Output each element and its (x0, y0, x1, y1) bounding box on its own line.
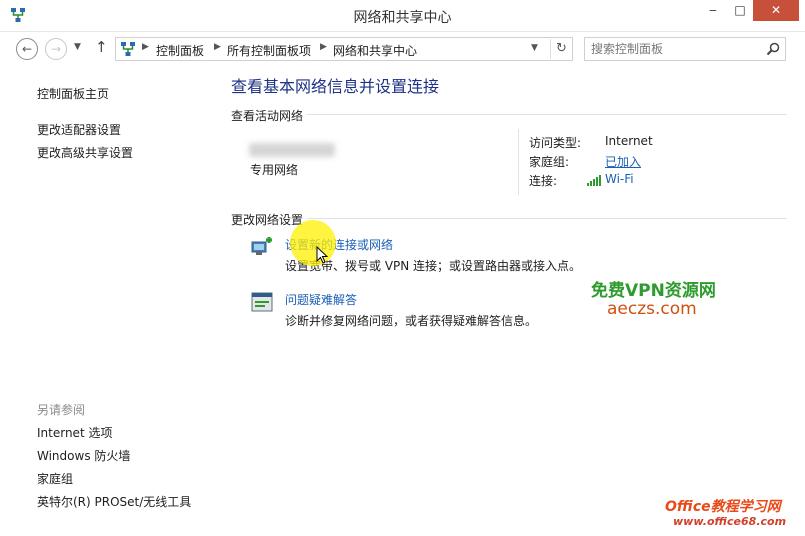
breadcrumb-separator-icon[interactable]: ▶ (214, 42, 221, 52)
search-icon[interactable] (765, 41, 781, 57)
troubleshoot-problems-link[interactable]: 问题疑难解答 (285, 291, 357, 308)
watermark-badge-url: www.office68.com (673, 515, 787, 528)
forward-arrow-icon: → (50, 42, 62, 56)
left-navigation-pane: 控制面板主页 更改适配器设置 更改高级共享设置 另请参阅 Internet 选项… (0, 67, 217, 536)
internet-options-link[interactable]: Internet 选项 (37, 424, 112, 441)
back-arrow-icon: ← (21, 42, 33, 56)
breadcrumb-separator-icon[interactable]: ▶ (142, 42, 149, 52)
homegroup-label: 家庭组: (529, 155, 570, 169)
search-input[interactable] (591, 40, 761, 58)
access-type-label: 访问类型: (529, 136, 582, 150)
divider (518, 129, 519, 195)
setup-new-connection-desc: 设置宽带、拨号或 VPN 连接；或设置路由器或接入点。 (285, 259, 582, 273)
search-box[interactable] (584, 37, 786, 61)
change-advanced-sharing-link[interactable]: 更改高级共享设置 (37, 144, 133, 161)
intel-proset-link[interactable]: 英特尔(R) PROSet/无线工具 (37, 493, 191, 510)
control-panel-home-link[interactable]: 控制面板主页 (37, 85, 109, 102)
watermark-badge-title: Office教程学习网 (665, 499, 781, 515)
change-adapter-settings-link[interactable]: 更改适配器设置 (37, 121, 121, 138)
page-title: 查看基本网络信息并设置连接 (231, 77, 440, 96)
address-history-dropdown[interactable]: ▼ (531, 43, 538, 53)
minimize-button[interactable]: ‒ (699, 0, 727, 21)
window-title: 网络和共享中心 (353, 10, 452, 26)
watermark-text: 免费VPN资源网 (591, 281, 716, 301)
active-networks-heading: 查看活动网络 (231, 109, 304, 123)
cursor-highlight (290, 220, 336, 266)
control-panel-icon (121, 42, 135, 56)
wifi-connection-link[interactable]: Wi-Fi (605, 172, 634, 186)
divider (307, 218, 787, 219)
troubleshoot-problems-desc: 诊断并修复网络问题，或者获得疑难解答信息。 (285, 314, 538, 328)
close-button[interactable]: ✕ (753, 0, 799, 21)
windows-firewall-link[interactable]: Windows 防火墙 (37, 447, 130, 464)
wifi-signal-icon (587, 175, 601, 186)
address-bar: ← → ▼ ↑ ▶ 控制面板 ▶ 所有控制面板项 ▶ 网络和共享中心 ▼ ↻ (0, 32, 805, 67)
new-connection-icon (251, 237, 272, 255)
network-type: 专用网络 (250, 163, 299, 177)
main-content: 查看基本网络信息并设置连接 查看活动网络 专用网络 访问类型: Internet… (217, 67, 805, 536)
access-type-value: Internet (605, 134, 653, 148)
refresh-icon: ↻ (556, 41, 567, 56)
watermark-badge: Office教程学习网 www.office68.com (665, 496, 797, 532)
network-name-blurred (249, 143, 335, 157)
homegroup-joined-link[interactable]: 已加入 (605, 153, 641, 170)
forward-button[interactable]: → (45, 38, 67, 60)
title-bar: 网络和共享中心 ‒ □ ✕ (0, 0, 805, 32)
breadcrumb-control-panel[interactable]: 控制面板 (156, 42, 204, 59)
homegroup-link[interactable]: 家庭组 (37, 470, 73, 487)
maximize-button[interactable]: □ (727, 0, 753, 21)
refresh-button[interactable]: ↻ (550, 39, 572, 59)
up-button[interactable]: ↑ (95, 38, 108, 56)
divider (307, 114, 787, 115)
troubleshoot-icon (251, 292, 273, 312)
recent-pages-dropdown[interactable]: ▼ (74, 42, 81, 52)
connection-label: 连接: (529, 174, 558, 188)
back-button[interactable]: ← (16, 38, 38, 60)
breadcrumb-all-items[interactable]: 所有控制面板项 (227, 42, 311, 59)
breadcrumb-network-center[interactable]: 网络和共享中心 (333, 42, 417, 59)
see-also-heading: 另请参阅 (37, 403, 86, 417)
mouse-cursor-icon (316, 246, 328, 264)
up-arrow-icon: ↑ (95, 38, 108, 56)
change-settings-heading: 更改网络设置 (231, 213, 304, 227)
address-field[interactable]: ▶ 控制面板 ▶ 所有控制面板项 ▶ 网络和共享中心 ▼ ↻ (115, 37, 573, 61)
watermark-url: aeczs.com (607, 299, 697, 319)
chevron-down-icon: ▼ (74, 42, 81, 52)
breadcrumb-separator-icon[interactable]: ▶ (320, 42, 327, 52)
